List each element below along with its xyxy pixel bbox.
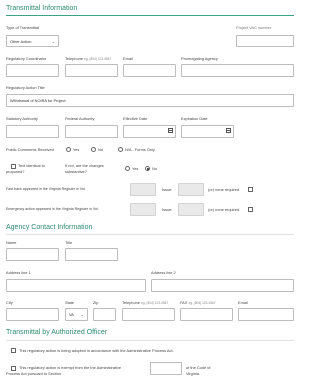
address-line2-field[interactable] [151,279,294,292]
code-of-virginia-label-line2: Virginia. [186,371,200,376]
public-comments-yes-label: Yes [73,147,80,152]
section-title-agency-contact: Agency Contact Information [6,224,93,231]
contact-email-field[interactable] [238,308,294,321]
contact-title-field[interactable] [65,248,118,261]
section-title-authorized-officer: Transmittal by Authorized Officer [6,329,108,336]
regulatory-action-title-label: Regulatory Action Title [6,85,45,90]
substantive-yes-label: Yes [132,166,139,171]
apa-exempt-label-line2: Process Act pursuant to Section [6,371,62,376]
address-line1-field[interactable] [6,279,146,292]
emergency-issue-field [178,203,204,216]
apa-adopted-label: This regulatory action is being adopted … [19,348,174,353]
fax-field[interactable] [180,308,233,321]
type-of-transmittal-value: Other Action [10,39,32,44]
city-field[interactable] [6,308,59,321]
public-comments-no-label: No [98,147,103,152]
effective-date-label: Effective Date [123,116,148,121]
text-identical-label-line1: Text identical to [18,163,45,168]
fast-track-issue-field [178,183,204,196]
emergency-none-required-label: (or) none required [208,207,240,212]
section-title-transmittal-information: Transmittal Information [6,5,78,12]
apa-adopted-checkbox[interactable] [11,348,16,353]
chevron-down-icon: ⌄ [80,312,84,317]
apa-exempt-label-line1: This regulatory action is exempt from th… [19,365,122,370]
emergency-issue-label: Issue: [162,207,173,212]
federal-authority-label: Federal Authority [65,116,95,121]
statutory-authority-label: Statutory Authority [6,116,38,121]
city-label: City [6,300,13,305]
code-section-field[interactable] [150,362,182,375]
regulatory-coordinator-label: Regulatory Coordinator [6,56,47,61]
fast-track-label: Fast track appeared in the Virginia Regi… [6,187,86,191]
contact-title-label: Title [65,240,73,245]
calendar-icon[interactable] [226,128,231,133]
effective-date-field[interactable] [123,125,176,138]
substantive-label-line1: If not, are the changes [65,163,104,168]
contact-name-field[interactable] [6,248,59,261]
regulatory-action-title-field[interactable]: Withdrawal of NOIRA for Project [6,94,294,107]
coordinator-telephone-label: Telephone eg. (804) 123-4567 [65,56,112,61]
zip-field[interactable] [93,308,116,321]
promulgating-agency-label: Promulgating Agency [181,56,218,61]
type-of-transmittal-select[interactable]: Other Action ⌄ [6,35,59,47]
expiration-date-label: Expiration Date [181,116,208,121]
contact-telephone-placeholder: eg. (804) 123-4567 [141,301,169,305]
address-line1-label: Address line 1 [6,270,31,275]
contact-name-label: Name [6,240,17,245]
fax-label: FAX eg. (804) 123-4567 [180,300,216,305]
section-divider [6,15,294,16]
calendar-icon[interactable] [168,128,173,133]
type-of-transmittal-label: Type of Transmittal [6,25,39,30]
federal-authority-field[interactable] [65,125,118,138]
public-comments-na-radio[interactable] [118,147,123,152]
coordinator-telephone-field[interactable] [65,64,118,77]
substantive-no-label: No [152,166,157,171]
substantive-yes-radio[interactable] [125,166,130,171]
state-select[interactable]: VA ⌄ [65,308,88,321]
text-identical-label-line2: proposed? [6,169,25,174]
coordinator-telephone-placeholder: eg. (804) 123-4567 [84,57,112,61]
contact-telephone-label: Telephone eg. (804) 123-4567 [122,300,169,305]
statutory-authority-field[interactable] [6,125,59,138]
fast-track-none-required-label: (or) none required [208,187,240,192]
expiration-date-field[interactable] [181,125,234,138]
emergency-volume-field [130,203,156,216]
section-divider [6,234,294,235]
regulatory-coordinator-field[interactable] [6,64,59,77]
public-comments-no-radio[interactable] [91,147,96,152]
state-label: State [65,300,75,305]
coordinator-email-field[interactable] [123,64,176,77]
coordinator-email-label: Email [123,56,133,61]
fast-track-issue-label: Issue: [162,187,173,192]
substantive-label-line2: substantive? [65,169,87,174]
project-number-field[interactable] [236,35,294,47]
public-comments-na-label: N/A - Forms Only [125,147,155,152]
fast-track-volume-field [130,183,156,196]
fax-placeholder: eg. (804) 123-4567 [188,301,216,305]
address-line2-label: Address line 2 [151,270,176,275]
zip-label: Zip [93,300,99,305]
promulgating-agency-field[interactable] [181,64,294,77]
chevron-down-icon: ⌄ [51,39,55,44]
public-comments-yes-radio[interactable] [66,147,71,152]
emergency-none-required-checkbox[interactable] [248,207,253,212]
contact-email-label: Email [238,300,248,305]
public-comments-label: Public Comments Received [6,147,54,152]
fast-track-none-required-checkbox[interactable] [248,187,253,192]
substantive-no-radio[interactable] [145,166,150,171]
project-number-label: Project VAC number [236,25,272,30]
emergency-label: Emergency action appeared in the Virgini… [6,207,99,211]
section-divider [6,340,294,341]
code-of-virginia-label-line1: of the Code of [186,365,211,370]
regulatory-action-title-value: Withdrawal of NOIRA for Project [10,98,66,103]
contact-telephone-field[interactable] [122,308,175,321]
